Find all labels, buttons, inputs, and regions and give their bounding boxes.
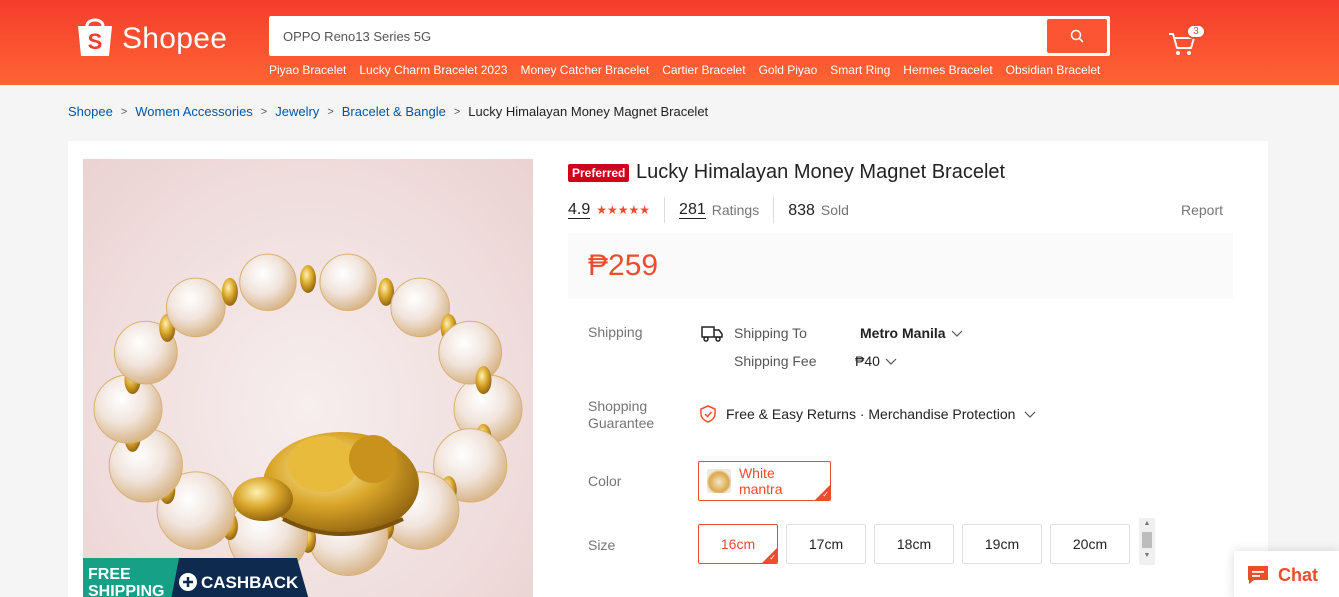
suggestion-link[interactable]: Piyao Bracelet	[269, 63, 346, 77]
rating-row: 4.9 ★★★★★ 281 Ratings 838 Sold Report	[568, 197, 1228, 223]
bead	[166, 277, 226, 338]
product-title: Lucky Himalayan Money Magnet Bracelet	[636, 161, 1006, 183]
scrollbar-thumb[interactable]	[1142, 532, 1152, 548]
shipping-label: Shipping	[588, 324, 643, 340]
search-bar	[269, 16, 1110, 56]
cart-count-badge: 3	[1186, 24, 1206, 39]
shopee-logo[interactable]: S Shopee	[76, 14, 227, 58]
color-label: Color	[588, 473, 622, 489]
bead	[319, 253, 377, 312]
check-icon: ✓	[822, 490, 829, 499]
shopping-guarantee-label: Shopping Guarantee	[588, 398, 654, 432]
size-option-label: 19cm	[984, 536, 1020, 552]
gold-spacer	[475, 366, 492, 395]
report-link[interactable]: Report	[1181, 202, 1223, 218]
check-icon: ✓	[769, 553, 776, 562]
promo-free: FREE	[88, 566, 131, 583]
breadcrumb-link[interactable]: Women Accessories	[135, 104, 253, 119]
gold-spacer	[221, 277, 238, 306]
shipping-fee-dropdown[interactable]: ₱40	[855, 353, 898, 369]
search-input[interactable]	[272, 28, 1047, 44]
chevron-down-icon	[1025, 411, 1036, 418]
shipping-to-label: Shipping To	[734, 325, 807, 341]
color-option-label: White mantra	[738, 465, 783, 497]
scroll-up-arrow-icon[interactable]: ▲	[1139, 518, 1155, 530]
sold-label: Sold	[820, 202, 849, 218]
price-box: ₱259	[568, 233, 1233, 299]
promo-cashback: CASHBACK	[201, 573, 299, 592]
breadcrumb-link[interactable]: Jewelry	[275, 104, 319, 119]
suggestion-link[interactable]: Hermes Bracelet	[903, 63, 992, 77]
chevron-down-icon	[885, 358, 897, 365]
size-options-scrollbar[interactable]: ▲ ▼	[1139, 518, 1155, 565]
size-option[interactable]: 17cm	[786, 524, 866, 564]
size-option-label: 16cm	[720, 536, 756, 552]
promo-shipping: SHIPPING	[88, 583, 164, 597]
ratings-label: Ratings	[711, 202, 760, 218]
chat-bubble-icon	[1248, 566, 1268, 584]
search-suggestions: Piyao Bracelet Lucky Charm Bracelet 2023…	[269, 63, 1100, 77]
free-shipping-cashback-banner: FREE SHIPPING CASHBACK	[83, 558, 309, 597]
chat-button[interactable]: Chat	[1234, 551, 1339, 597]
shipping-to-value: Metro Manila	[860, 325, 946, 341]
suggestion-link[interactable]: Gold Piyao	[759, 63, 818, 77]
gold-spacer	[300, 265, 316, 293]
chevron-right-icon: >	[260, 105, 268, 118]
suggestion-link[interactable]: Cartier Bracelet	[662, 63, 745, 77]
bracelet-illustration	[93, 253, 523, 577]
divider	[664, 197, 666, 223]
header: S Shopee Piyao Bracelet Lucky Charm Brac…	[0, 0, 1339, 85]
star-rating-icon: ★★★★★	[596, 203, 651, 217]
shield-check-icon	[700, 405, 716, 423]
size-option[interactable]: 18cm	[874, 524, 954, 564]
chevron-right-icon: >	[120, 105, 128, 118]
rating-value[interactable]: 4.9	[568, 201, 591, 219]
breadcrumb-current: Lucky Himalayan Money Magnet Bracelet	[468, 104, 709, 119]
size-label: Size	[588, 537, 616, 553]
product-image[interactable]	[83, 159, 533, 597]
search-icon	[1070, 29, 1084, 43]
size-option-label: 20cm	[1072, 536, 1108, 552]
suggestion-link[interactable]: Lucky Charm Bracelet 2023	[359, 63, 507, 77]
truck-icon	[701, 326, 723, 342]
chevron-down-icon	[951, 330, 963, 337]
shopping-bag-icon: S	[78, 18, 112, 56]
guarantee-label-line2: Guarantee	[588, 415, 655, 431]
cart-button[interactable]: 3	[1168, 24, 1206, 58]
bead	[438, 320, 503, 385]
breadcrumb-link[interactable]: Shopee	[68, 104, 113, 119]
size-option[interactable]: 16cm ✓	[698, 524, 778, 564]
scroll-down-arrow-icon[interactable]: ▼	[1139, 550, 1155, 562]
chevron-right-icon: >	[327, 105, 334, 118]
brand-name: Shopee	[122, 22, 228, 55]
breadcrumb-link[interactable]: Bracelet & Bangle	[342, 104, 446, 119]
svg-text:S: S	[88, 29, 103, 54]
size-option[interactable]: 19cm	[962, 524, 1042, 564]
ratings-count[interactable]: 281	[679, 201, 706, 219]
suggestion-link[interactable]: Obsidian Bracelet	[1006, 63, 1101, 77]
guarantee-text: Free & Easy Returns · Merchandise Protec…	[726, 406, 1016, 422]
search-button[interactable]	[1047, 19, 1107, 53]
size-option[interactable]: 20cm	[1050, 524, 1130, 564]
guarantee-label-line1: Shopping	[588, 398, 648, 414]
color-thumbnail	[707, 469, 731, 493]
divider	[773, 197, 775, 223]
color-option-white-mantra[interactable]: White mantra ✓	[698, 461, 831, 501]
sold-count: 838	[788, 201, 815, 219]
size-option-label: 18cm	[896, 536, 932, 552]
breadcrumb: Shopee > Women Accessories > Jewelry > B…	[68, 104, 708, 119]
size-option-label: 17cm	[808, 536, 844, 552]
chevron-right-icon: >	[453, 105, 461, 118]
suggestion-link[interactable]: Money Catcher Bracelet	[520, 63, 649, 77]
chat-label: Chat	[1278, 564, 1318, 585]
suggestion-link[interactable]: Smart Ring	[830, 63, 890, 77]
bead	[239, 253, 297, 312]
shipping-fee-label: Shipping Fee	[734, 353, 817, 369]
shipping-to-dropdown[interactable]: Metro Manila	[860, 325, 964, 341]
guarantee-dropdown[interactable]: Free & Easy Returns · Merchandise Protec…	[699, 405, 1037, 423]
preferred-badge: Preferred	[568, 164, 630, 182]
product-price: ₱259	[588, 249, 659, 282]
shipping-fee-value: ₱40	[855, 353, 880, 369]
